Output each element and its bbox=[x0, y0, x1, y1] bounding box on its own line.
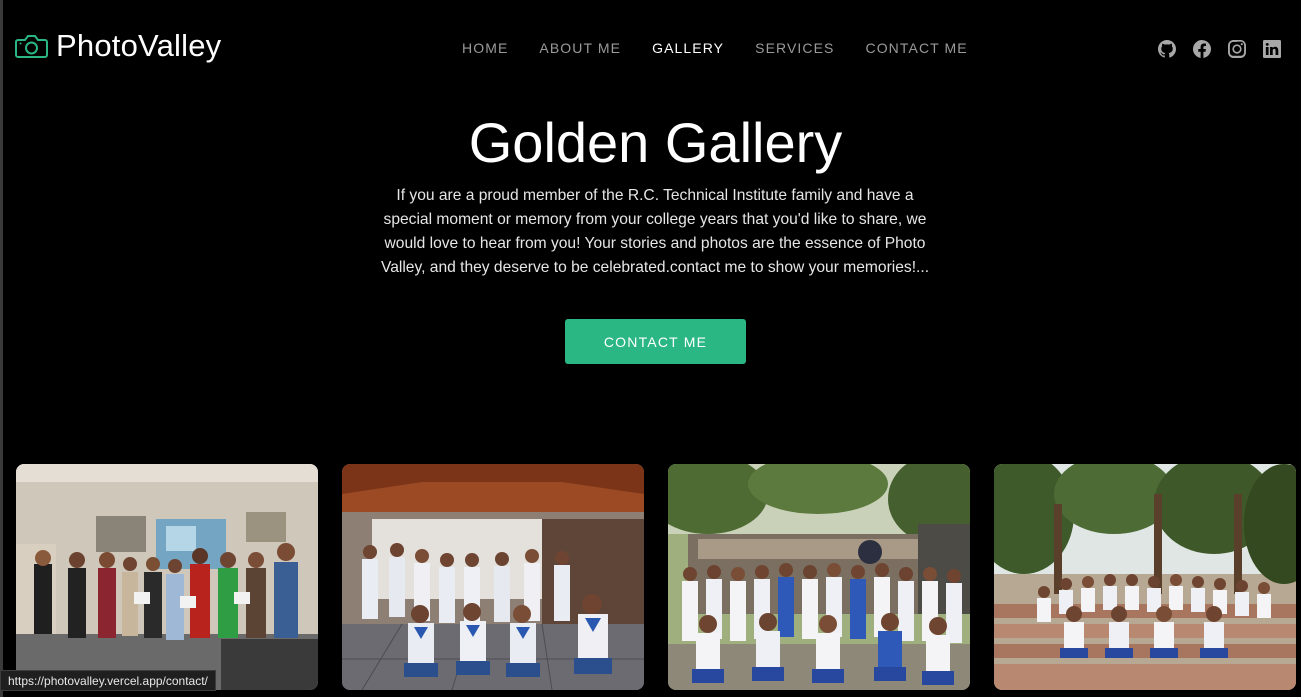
gallery-photo-1[interactable] bbox=[16, 464, 318, 690]
gallery-photo-4[interactable] bbox=[994, 464, 1296, 690]
nav-services[interactable]: SERVICES bbox=[755, 40, 834, 56]
nav-about-me[interactable]: ABOUT ME bbox=[539, 40, 621, 56]
facebook-icon[interactable] bbox=[1192, 39, 1212, 59]
photo-steps-group bbox=[994, 464, 1296, 690]
instagram-icon[interactable] bbox=[1227, 39, 1247, 59]
camera-icon bbox=[15, 35, 48, 58]
site-header: PhotoValley HOME ABOUT ME GALLERY SERVIC… bbox=[0, 0, 1301, 96]
nav-home[interactable]: HOME bbox=[462, 40, 508, 56]
main-nav: HOME ABOUT ME GALLERY SERVICES CONTACT M… bbox=[462, 40, 999, 56]
hero-description: If you are a proud member of the R.C. Te… bbox=[380, 187, 930, 276]
photo-hall-group bbox=[342, 464, 644, 690]
nav-contact-me[interactable]: CONTACT ME bbox=[865, 40, 967, 56]
social-links bbox=[1157, 39, 1282, 59]
gallery-photo-3[interactable] bbox=[668, 464, 970, 690]
linkedin-icon[interactable] bbox=[1262, 39, 1282, 59]
nav-gallery[interactable]: GALLERY bbox=[652, 40, 724, 56]
photo-gallery bbox=[16, 464, 1296, 690]
window-edge bbox=[0, 0, 3, 697]
page-title: Golden Gallery bbox=[468, 111, 843, 174]
status-bar-url: https://photovalley.vercel.app/contact/ bbox=[0, 670, 216, 691]
github-icon[interactable] bbox=[1157, 39, 1177, 59]
photo-outdoor-group bbox=[668, 464, 970, 690]
photo-classroom-group bbox=[16, 464, 318, 690]
gallery-photo-2[interactable] bbox=[342, 464, 644, 690]
brand-name: PhotoValley bbox=[56, 28, 222, 63]
brand-logo[interactable]: PhotoValley bbox=[15, 28, 221, 64]
contact-me-button[interactable]: CONTACT ME bbox=[565, 319, 746, 364]
